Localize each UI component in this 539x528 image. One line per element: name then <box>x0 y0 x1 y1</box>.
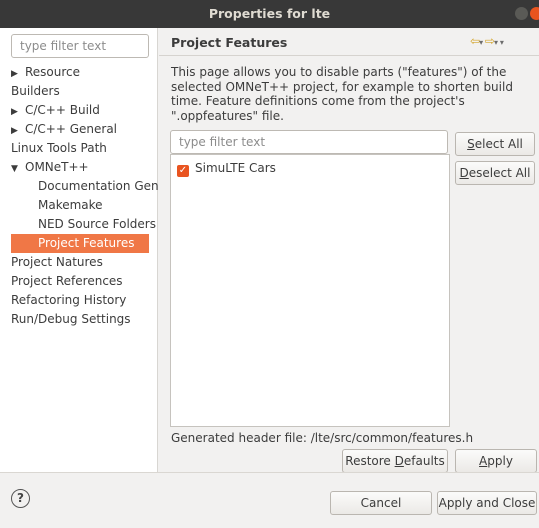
select-all-button[interactable]: Select All <box>455 132 535 156</box>
page-panel: Project Features ⇦▾ ⇨▾ ▾ This page allow… <box>159 28 539 473</box>
back-dropdown-icon[interactable]: ▾ <box>479 38 483 47</box>
tree-item-project-references[interactable]: Project References <box>11 272 123 291</box>
deselect-all-button[interactable]: Deselect All <box>455 161 535 185</box>
cancel-button[interactable]: Cancel <box>330 491 432 515</box>
tree-item-linux-tools-path[interactable]: Linux Tools Path <box>11 139 107 158</box>
forward-arrow-icon[interactable]: ⇨ <box>485 34 495 48</box>
dialog-footer: ? Cancel Apply and Close <box>0 472 539 528</box>
title-bar: Properties for lte <box>0 0 539 28</box>
tree-item-cpp-general[interactable]: ▶ C/C++ General <box>11 120 117 139</box>
sidebar: type filter text ▶ Resource Builders ▶ C/C… <box>0 28 159 472</box>
tree-item-omnetpp[interactable]: ▼ OMNeT++ <box>11 158 89 177</box>
tree-item-project-features[interactable]: Project Features <box>11 234 149 253</box>
features-filter-placeholder: type filter text <box>179 135 266 149</box>
forward-dropdown-icon[interactable]: ▾ <box>494 38 498 47</box>
tree-item-ned-source-folders[interactable]: NED Source Folders <box>38 215 156 234</box>
restore-defaults-button[interactable]: Restore Defaults <box>342 449 448 473</box>
page-header: Project Features ⇦▾ ⇨▾ ▾ <box>159 28 539 56</box>
tree-item-run-debug-settings[interactable]: Run/Debug Settings <box>11 310 131 329</box>
tree-item-project-natures[interactable]: Project Natures <box>11 253 103 272</box>
feature-checkbox[interactable]: ✓ <box>177 165 189 177</box>
close-icon[interactable] <box>530 7 539 20</box>
apply-and-close-button[interactable]: Apply and Close <box>437 491 537 515</box>
sidebar-filter-input[interactable]: type filter text <box>11 34 149 58</box>
page-title: Project Features <box>171 35 288 50</box>
tree-item-refactoring-history[interactable]: Refactoring History <box>11 291 126 310</box>
tree-item-cpp-build[interactable]: ▶ C/C++ Build <box>11 101 100 120</box>
tree-item-makemake[interactable]: Makemake <box>38 196 103 215</box>
back-arrow-icon[interactable]: ⇦ <box>470 34 480 48</box>
tree-item-builders[interactable]: Builders <box>11 82 60 101</box>
features-filter-input[interactable]: type filter text <box>170 130 448 154</box>
feature-label: SimuLTE Cars <box>195 161 276 175</box>
window-title: Properties for lte <box>208 6 331 21</box>
features-list: ✓ SimuLTE Cars <box>170 154 450 427</box>
page-description: This page allows you to disable parts ("… <box>171 65 513 123</box>
apply-button[interactable]: Apply <box>455 449 537 473</box>
view-menu-icon[interactable]: ▾ <box>500 38 504 47</box>
feature-item[interactable]: ✓ SimuLTE Cars <box>177 159 276 177</box>
help-icon[interactable]: ? <box>11 489 30 508</box>
generated-header-file: Generated header file: /lte/src/common/f… <box>171 431 474 445</box>
sidebar-filter-placeholder: type filter text <box>20 39 107 53</box>
tree-item-documentation-gen[interactable]: Documentation Gen <box>38 177 159 196</box>
tree-item-resource[interactable]: ▶ Resource <box>11 63 80 82</box>
history-nav: ⇦▾ ⇨▾ ▾ <box>470 34 504 48</box>
collapse-arrow-icon[interactable]: ▼ <box>11 160 25 179</box>
minimize-icon[interactable] <box>515 7 528 20</box>
